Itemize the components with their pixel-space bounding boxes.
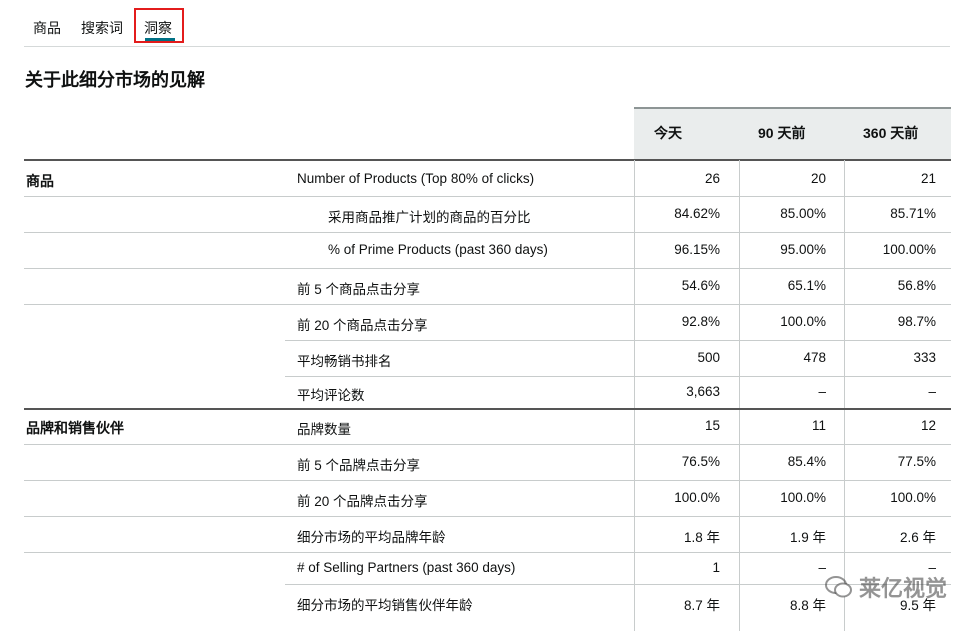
tab-products[interactable]: 商品 xyxy=(33,18,61,38)
table-row: 平均畅销书排名 500 478 333 xyxy=(0,340,975,376)
cell-value: 1 xyxy=(712,560,720,575)
table-row: 品牌和销售伙伴 品牌数量 15 11 12 xyxy=(0,408,975,444)
cell-value: 85.4% xyxy=(787,454,826,469)
row-metric-label: % of Prime Products (past 360 days) xyxy=(328,242,548,257)
row-metric-label: 前 5 个品牌点击分享 xyxy=(297,458,421,473)
cell-value: 77.5% xyxy=(897,454,936,469)
cell-value: 96.15% xyxy=(674,242,720,257)
watermark: 莱亿视觉 xyxy=(824,571,947,603)
tab-bar: 商品 搜索词 洞察 xyxy=(24,8,950,47)
cell-value: 100.00% xyxy=(882,242,936,257)
cell-value: 2.6 年 xyxy=(899,530,936,545)
cell-value: 26 xyxy=(704,171,720,186)
cell-value: 21 xyxy=(920,171,936,186)
row-metric-label: Number of Products (Top 80% of clicks) xyxy=(297,171,535,186)
cell-value: 76.5% xyxy=(681,454,720,469)
column-header-90-days: 90 天前 xyxy=(758,125,806,141)
cell-value: 100.0% xyxy=(674,490,720,505)
row-metric-label: 前 20 个品牌点击分享 xyxy=(297,494,428,509)
row-metric-label: 细分市场的平均销售伙伴年龄 xyxy=(297,598,473,613)
cell-value: 11 xyxy=(811,418,826,433)
cell-value: 500 xyxy=(697,350,720,365)
column-header-today: 今天 xyxy=(654,125,682,141)
cell-value: 95.00% xyxy=(780,242,826,257)
table-row: 平均评论数 3,663 – – xyxy=(0,376,975,408)
wechat-icon xyxy=(824,576,853,598)
row-metric-label: 细分市场的平均品牌年龄 xyxy=(297,530,446,545)
cell-value: – xyxy=(928,384,936,399)
cell-value: – xyxy=(818,384,826,399)
row-metric-label: 采用商品推广计划的商品的百分比 xyxy=(328,210,531,225)
cell-value: 1.9 年 xyxy=(789,530,826,545)
cell-value: – xyxy=(818,560,826,575)
cell-value: 100.0% xyxy=(890,490,936,505)
cell-value: 100.0% xyxy=(780,314,826,329)
row-metric-label: 前 5 个商品点击分享 xyxy=(297,282,421,297)
cell-value: 84.62% xyxy=(674,206,720,221)
row-metric-label: # of Selling Partners (past 360 days) xyxy=(297,560,516,575)
row-metric-label: 平均评论数 xyxy=(297,388,365,403)
table-row: 前 20 个品牌点击分享 100.0% 100.0% 100.0% xyxy=(0,480,975,516)
page-title: 关于此细分市场的见解 xyxy=(25,70,205,90)
table-row: 前 20 个商品点击分享 92.8% 100.0% 98.7% xyxy=(0,304,975,340)
cell-value: 333 xyxy=(913,350,936,365)
tab-search-terms[interactable]: 搜索词 xyxy=(81,18,123,38)
cell-value: 92.8% xyxy=(681,314,720,329)
cell-value: 54.6% xyxy=(681,278,720,293)
highlight-box xyxy=(134,8,184,43)
cell-value: 85.71% xyxy=(890,206,936,221)
cell-value: 56.8% xyxy=(897,278,936,293)
table-row: % of Prime Products (past 360 days) 96.15… xyxy=(0,232,975,268)
row-group-label: 品牌和销售伙伴 xyxy=(26,420,124,436)
cell-value: 478 xyxy=(803,350,826,365)
cell-value: 20 xyxy=(810,171,826,186)
table-row: 前 5 个商品点击分享 54.6% 65.1% 56.8% xyxy=(0,268,975,304)
table-row: 细分市场的平均品牌年龄 1.8 年 1.9 年 2.6 年 xyxy=(0,516,975,552)
cell-value: 98.7% xyxy=(897,314,936,329)
column-header-360-days: 360 天前 xyxy=(863,125,919,141)
table-row: 商品 Number of Products (Top 80% of clicks)… xyxy=(0,161,975,196)
table-row: 采用商品推广计划的商品的百分比 84.62% 85.00% 85.71% xyxy=(0,196,975,232)
cell-value: 8.7 年 xyxy=(683,598,720,613)
cell-value: 15 xyxy=(704,418,720,433)
cell-value: 65.1% xyxy=(787,278,826,293)
watermark-text: 莱亿视觉 xyxy=(858,576,947,601)
row-metric-label: 平均畅销书排名 xyxy=(297,354,392,369)
row-metric-label: 前 20 个商品点击分享 xyxy=(297,318,428,333)
row-metric-label: 品牌数量 xyxy=(297,422,351,437)
cell-value: 12 xyxy=(920,418,936,433)
row-group-label: 商品 xyxy=(26,173,54,189)
cell-value: 3,663 xyxy=(686,384,720,399)
cell-value: 100.0% xyxy=(780,490,826,505)
table-row: 前 5 个品牌点击分享 76.5% 85.4% 77.5% xyxy=(0,444,975,480)
cell-value: 1.8 年 xyxy=(683,530,720,545)
cell-value: 85.00% xyxy=(780,206,826,221)
cell-value: 8.8 年 xyxy=(789,598,826,613)
